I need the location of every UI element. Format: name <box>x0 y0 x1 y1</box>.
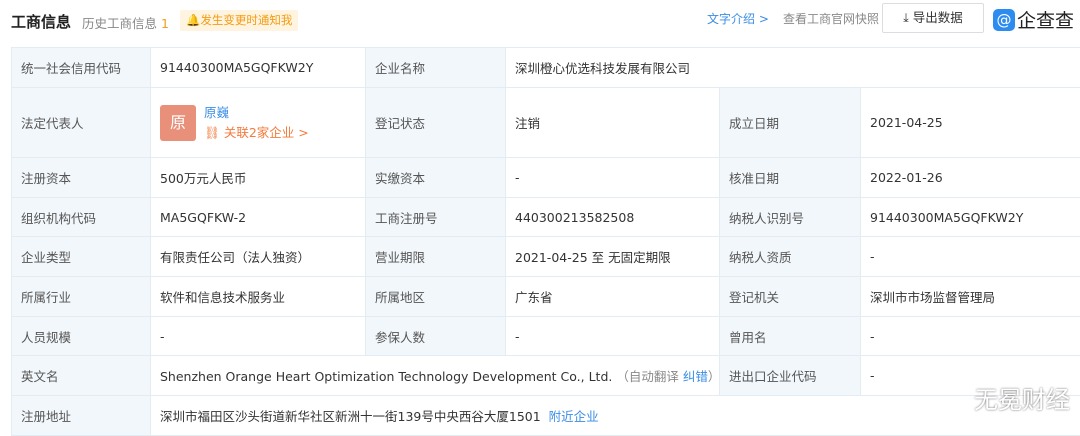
snapshot-link[interactable]: 查看工商官网快照 <box>783 10 879 27</box>
status-label: 登记状态 <box>366 88 506 158</box>
related-companies-link[interactable]: ⛓ 关联2家企业 > <box>204 125 309 140</box>
approve-date: 2022-01-26 <box>861 158 1080 198</box>
avatar: 原 <box>160 105 196 141</box>
industry-label: 所属行业 <box>12 277 151 317</box>
english-name: Shenzhen Orange Heart Optimization Techn… <box>151 356 720 396</box>
tax-qualification: - <box>861 237 1080 277</box>
term: 2021-04-25 至 无固定期限 <box>506 237 720 277</box>
business-info-table: 统一社会信用代码 91440300MA5GQFKW2Y 企业名称 深圳橙心优选科… <box>11 47 1080 436</box>
table-row: 法定代表人 原原巍 ⛓ 关联2家企业 > 登记状态 注销 成立日期 2021-04… <box>12 88 1080 158</box>
watermark: 无冕财经 <box>974 380 1070 415</box>
capital: 500万元人民币 <box>151 158 366 198</box>
authority: 深圳市市场监督管理局 <box>861 277 1080 317</box>
org-label: 组织机构代码 <box>12 198 151 237</box>
approve-label: 核准日期 <box>720 158 861 198</box>
industry: 软件和信息技术服务业 <box>151 277 366 317</box>
type-label: 企业类型 <box>12 237 151 277</box>
table-row: 所属行业 软件和信息技术服务业 所属地区 广东省 登记机关 深圳市市场监督管理局 <box>12 277 1080 317</box>
taxq-label: 纳税人资质 <box>720 237 861 277</box>
history-link[interactable]: 历史工商信息 1 <box>82 13 169 32</box>
capital-label: 注册资本 <box>12 158 151 198</box>
term-label: 营业期限 <box>366 237 506 277</box>
table-row: 人员规模 - 参保人数 - 曾用名 - <box>12 317 1080 356</box>
table-row: 组织机构代码 MA5GQFKW-2 工商注册号 440300213582508 … <box>12 198 1080 237</box>
found-label: 成立日期 <box>720 88 861 158</box>
auto-translate-note: （自动翻译 <box>616 369 679 384</box>
tax-id: 91440300MA5GQFKW2Y <box>861 198 1080 237</box>
related-label: 关联2家企业 > <box>224 125 309 140</box>
correct-link[interactable]: 纠错 <box>683 369 708 384</box>
table-row: 企业类型 有限责任公司（法人独资） 营业期限 2021-04-25 至 无固定期… <box>12 237 1080 277</box>
name-label: 企业名称 <box>366 48 506 88</box>
table-row: 统一社会信用代码 91440300MA5GQFKW2Y 企业名称 深圳橙心优选科… <box>12 48 1080 88</box>
bell-icon: 🔔 <box>186 13 200 27</box>
legal-rep: 原原巍 ⛓ 关联2家企业 > <box>151 88 366 158</box>
legal-name-link[interactable]: 原巍 <box>204 105 229 120</box>
download-icon: ⤓ <box>903 10 913 25</box>
paid: - <box>506 158 720 198</box>
former-label: 曾用名 <box>720 317 861 356</box>
company-type: 有限责任公司（法人独资） <box>151 237 366 277</box>
network-icon: ⛓ <box>204 125 224 140</box>
insured: - <box>506 317 720 356</box>
section-title: 工商信息 <box>11 11 71 32</box>
logo-text: 企查查 <box>1017 6 1074 33</box>
staff: - <box>151 317 366 356</box>
history-label: 历史工商信息 <box>82 16 157 31</box>
status: 注销 <box>506 88 720 158</box>
english-name-text: Shenzhen Orange Heart Optimization Techn… <box>160 369 612 384</box>
found-date: 2021-04-25 <box>861 88 1080 158</box>
region: 广东省 <box>506 277 720 317</box>
reg-no-label: 工商注册号 <box>366 198 506 237</box>
address-text: 深圳市福田区沙头街道新华社区新洲十一街139号中央西谷大厦1501 <box>160 409 541 424</box>
staff-label: 人员规模 <box>12 317 151 356</box>
export-button[interactable]: ⤓ 导出数据 <box>882 3 984 33</box>
export-label: 导出数据 <box>913 10 963 25</box>
credit-code-label: 统一社会信用代码 <box>12 48 151 88</box>
logo: @企查查 <box>993 6 1074 33</box>
table-row: 注册资本 500万元人民币 实缴资本 - 核准日期 2022-01-26 <box>12 158 1080 198</box>
paren-close: ） <box>708 369 720 384</box>
notify-label: 发生变更时通知我 <box>200 13 292 27</box>
company-name: 深圳橙心优选科技发展有限公司 <box>506 48 1080 88</box>
addr-label: 注册地址 <box>12 396 151 436</box>
authority-label: 登记机关 <box>720 277 861 317</box>
intro-link[interactable]: 文字介绍 > <box>707 10 769 27</box>
tax-label: 纳税人识别号 <box>720 198 861 237</box>
ie-label: 进出口企业代码 <box>720 356 861 396</box>
legal-label: 法定代表人 <box>12 88 151 158</box>
paid-label: 实缴资本 <box>366 158 506 198</box>
org-code: MA5GQFKW-2 <box>151 198 366 237</box>
table-row: 注册地址 深圳市福田区沙头街道新华社区新洲十一街139号中央西谷大厦1501 附… <box>12 396 1080 436</box>
address: 深圳市福田区沙头街道新华社区新洲十一街139号中央西谷大厦1501 附近企业 <box>151 396 1080 436</box>
table-row: 英文名 Shenzhen Orange Heart Optimization T… <box>12 356 1080 396</box>
history-count: 1 <box>161 16 169 31</box>
nearby-link[interactable]: 附近企业 <box>549 409 599 424</box>
reg-no: 440300213582508 <box>506 198 720 237</box>
credit-code: 91440300MA5GQFKW2Y <box>151 48 366 88</box>
header: 工商信息 历史工商信息 1 🔔发生变更时通知我 文字介绍 > 查看工商官网快照 … <box>0 0 1080 47</box>
en-label: 英文名 <box>12 356 151 396</box>
region-label: 所属地区 <box>366 277 506 317</box>
former-name: - <box>861 317 1080 356</box>
insured-label: 参保人数 <box>366 317 506 356</box>
logo-icon: @ <box>993 9 1015 31</box>
notify-button[interactable]: 🔔发生变更时通知我 <box>180 10 298 31</box>
